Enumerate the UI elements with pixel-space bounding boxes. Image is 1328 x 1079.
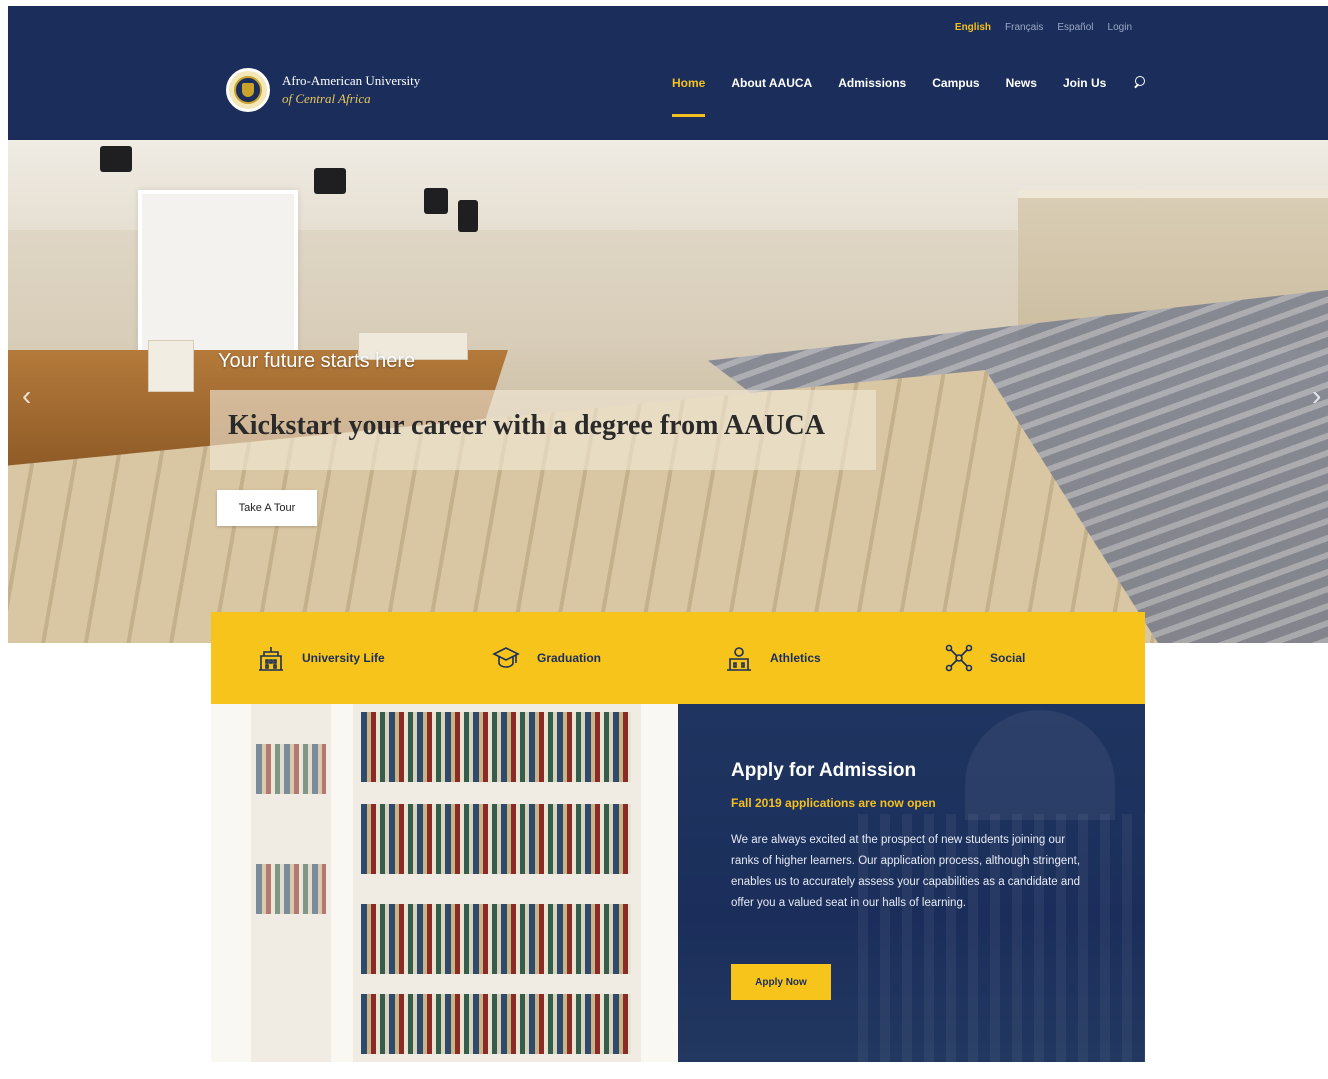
category-social[interactable]: Social — [944, 643, 1025, 673]
category-bar: University Life Graduation Athletics Soc… — [211, 612, 1145, 704]
speaker-icon — [458, 200, 478, 232]
category-label: Graduation — [537, 651, 602, 665]
chevron-left-icon[interactable]: ‹ — [22, 380, 31, 412]
category-label: Athletics — [770, 651, 821, 665]
speaker-icon — [424, 188, 448, 214]
university-seal-icon — [226, 68, 270, 112]
lectern — [148, 340, 194, 392]
site-logo[interactable]: Afro-American University of Central Afri… — [226, 68, 420, 112]
top-bar: English Français Español Login — [955, 22, 1132, 33]
chevron-right-icon[interactable]: › — [1312, 380, 1321, 412]
language-french-link[interactable]: Français — [1005, 22, 1043, 33]
admission-subtitle: Fall 2019 applications are now open — [731, 796, 936, 810]
login-link[interactable]: Login — [1108, 22, 1132, 33]
admission-body: We are always excited at the prospect of… — [731, 834, 1081, 909]
apply-now-button[interactable]: Apply Now — [731, 964, 831, 1000]
projection-screen — [138, 190, 298, 355]
language-spanish-link[interactable]: Español — [1057, 22, 1093, 33]
dome-silhouette — [965, 710, 1115, 820]
university-building-icon — [256, 643, 286, 673]
category-label: Social — [990, 651, 1026, 665]
hero-kicker: Your future starts here — [218, 350, 416, 372]
logo-name-line2: of Central Africa — [282, 91, 371, 106]
category-label: University Life — [302, 651, 385, 665]
admission-card: Apply for Admission Fall 2019 applicatio… — [678, 704, 1145, 1062]
nav-item-about[interactable]: About AAUCA — [731, 76, 812, 90]
nav-item-join-us[interactable]: Join Us — [1063, 76, 1106, 90]
nav-item-home[interactable]: Home — [672, 76, 706, 117]
speaker-icon — [314, 168, 346, 194]
library-bookshelf-image — [211, 704, 678, 1062]
search-icon[interactable] — [1132, 76, 1146, 90]
speaker-icon — [100, 146, 132, 172]
category-graduation[interactable]: Graduation — [491, 643, 724, 673]
admission-title: Apply for Admission — [731, 760, 917, 781]
nav-item-news[interactable]: News — [1006, 76, 1037, 90]
hero-title: Kickstart your career with a degree from… — [228, 410, 825, 441]
category-university-life[interactable]: University Life — [256, 643, 491, 673]
social-network-icon — [944, 643, 974, 673]
site-header: English Français Español Login Afro-Amer… — [8, 6, 1328, 140]
logo-name-line1: Afro-American University — [282, 73, 421, 88]
language-english-link[interactable]: English — [955, 22, 991, 33]
page: English Français Español Login Afro-Amer… — [8, 6, 1328, 1079]
nav-item-admissions[interactable]: Admissions — [838, 76, 906, 90]
category-athletics[interactable]: Athletics — [724, 643, 944, 673]
nav-item-campus[interactable]: Campus — [932, 76, 979, 90]
graduation-cap-icon — [491, 643, 521, 673]
athletics-trophy-icon — [724, 643, 754, 673]
take-a-tour-button[interactable]: Take A Tour — [217, 490, 317, 526]
main-nav: Home About AAUCA Admissions Campus News … — [672, 76, 1146, 117]
hero-slider: ‹ › Your future starts here Kickstart yo… — [8, 140, 1328, 643]
